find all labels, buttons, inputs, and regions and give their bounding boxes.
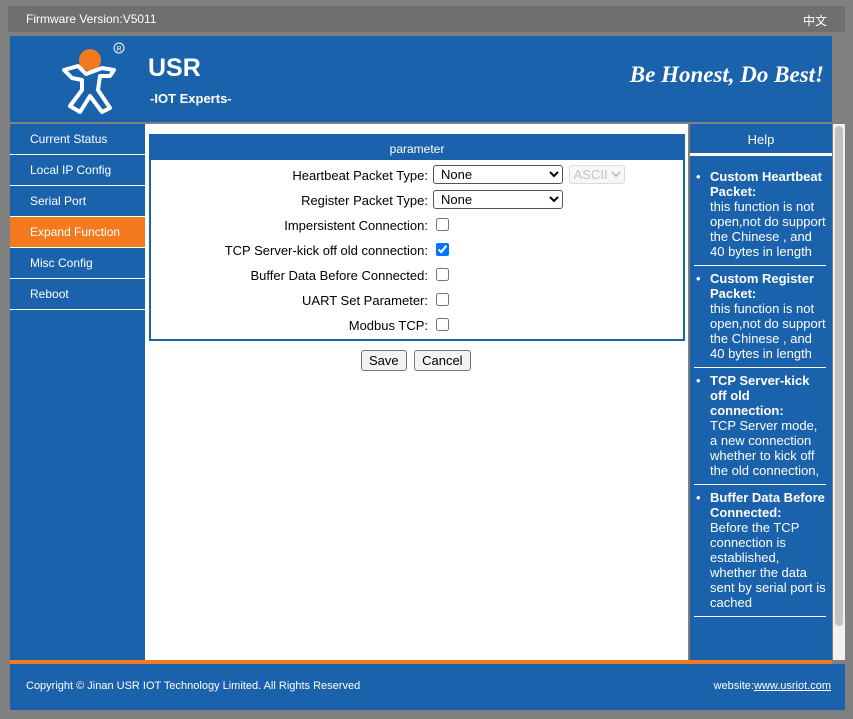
sidebar-item-local-ip-config[interactable]: Local IP Config: [10, 155, 145, 186]
uart-checkbox[interactable]: [436, 293, 449, 306]
uart-label: UART Set Parameter:: [302, 293, 428, 308]
help-heading: Custom Register Packet:: [710, 271, 815, 301]
slogan: Be Honest, Do Best!: [629, 62, 824, 87]
copyright-text: Copyright © Jinan USR IOT Technology Lim…: [26, 680, 361, 692]
help-panel: Help Custom Heartbeat Packet:this functi…: [690, 124, 832, 660]
impersistent-row: Impersistent Connection:: [151, 213, 683, 238]
modbus-label: Modbus TCP:: [348, 318, 428, 333]
help-item: Buffer Data Before Connected:Before the …: [694, 490, 826, 617]
usr-runner-logo-icon: R: [62, 42, 125, 114]
help-heading: Buffer Data Before Connected:: [710, 490, 825, 520]
help-scrollbar[interactable]: [833, 124, 845, 660]
sidebar-item-expand-function[interactable]: Expand Function: [10, 217, 145, 248]
scroll-thumb[interactable]: [835, 126, 843, 626]
buffer-row: Buffer Data Before Connected:: [151, 263, 683, 288]
sidebar-nav: Current Status Local IP Config Serial Po…: [10, 124, 145, 660]
help-title: Help: [690, 124, 832, 156]
browser-frame: Firmware Version:V5011 中文 R USR -IOT Exp…: [0, 0, 853, 719]
parameter-panel: parameter Heartbeat Packet Type: None AS…: [149, 134, 685, 341]
buffer-checkbox[interactable]: [436, 268, 449, 281]
firmware-version: Firmware Version:V5011: [26, 12, 157, 26]
register-label: Register Packet Type:: [301, 193, 428, 208]
impersistent-checkbox[interactable]: [436, 218, 449, 231]
buffer-label: Buffer Data Before Connected:: [250, 268, 428, 283]
panel-title: parameter: [151, 136, 683, 160]
sidebar-item-serial-port[interactable]: Serial Port: [10, 186, 145, 217]
help-heading: Custom Heartbeat Packet:: [710, 169, 822, 199]
heartbeat-type-select[interactable]: None: [433, 165, 563, 184]
website-label: website:: [713, 680, 754, 692]
sidebar-item-misc-config[interactable]: Misc Config: [10, 248, 145, 279]
save-button[interactable]: Save: [361, 350, 407, 371]
kickoff-label: TCP Server-kick off old connection:: [224, 243, 428, 258]
svg-text:R: R: [117, 46, 122, 53]
help-body: Custom Heartbeat Packet:this function is…: [690, 159, 830, 660]
language-link[interactable]: 中文: [803, 12, 827, 29]
kickoff-row: TCP Server-kick off old connection:: [151, 238, 683, 263]
help-item: TCP Server-kick off old connection:TCP S…: [694, 373, 826, 485]
heartbeat-format-select: ASCII: [568, 165, 625, 184]
sidebar-item-reboot[interactable]: Reboot: [10, 279, 145, 310]
form-buttons: Save Cancel: [361, 350, 474, 371]
help-heading: TCP Server-kick off old connection:: [710, 373, 810, 418]
heartbeat-row: Heartbeat Packet Type: None ASCII: [151, 163, 683, 188]
help-text: Before the TCP connection is established…: [710, 520, 826, 610]
modbus-checkbox[interactable]: [436, 318, 449, 331]
kickoff-checkbox[interactable]: [436, 243, 449, 256]
header-banner: R USR -IOT Experts- Be Honest, Do Best!: [10, 36, 832, 122]
help-text: this function is not open,not do support…: [710, 199, 826, 259]
cancel-button[interactable]: Cancel: [414, 350, 471, 371]
heartbeat-label: Heartbeat Packet Type:: [292, 168, 428, 183]
uart-row: UART Set Parameter:: [151, 288, 683, 313]
help-text: this function is not open,not do support…: [710, 301, 826, 361]
website-info: website:www.usriot.com: [714, 680, 831, 692]
help-item: Custom Heartbeat Packet:this function is…: [694, 169, 826, 266]
footer: Copyright © Jinan USR IOT Technology Lim…: [10, 664, 845, 710]
brand-name: USR: [148, 54, 201, 82]
top-bar: Firmware Version:V5011 中文: [8, 6, 845, 32]
register-type-select[interactable]: None: [433, 190, 563, 209]
website-link[interactable]: www.usriot.com: [754, 680, 831, 692]
main-content: parameter Heartbeat Packet Type: None AS…: [145, 124, 688, 660]
brand-subtitle: -IOT Experts-: [150, 91, 232, 106]
help-text: TCP Server mode, a new connection whethe…: [710, 418, 820, 478]
help-item: Custom Register Packet:this function is …: [694, 271, 826, 368]
impersistent-label: Impersistent Connection:: [284, 218, 428, 233]
sidebar-item-current-status[interactable]: Current Status: [10, 124, 145, 155]
modbus-row: Modbus TCP:: [151, 313, 683, 338]
register-row: Register Packet Type: None: [151, 188, 683, 213]
